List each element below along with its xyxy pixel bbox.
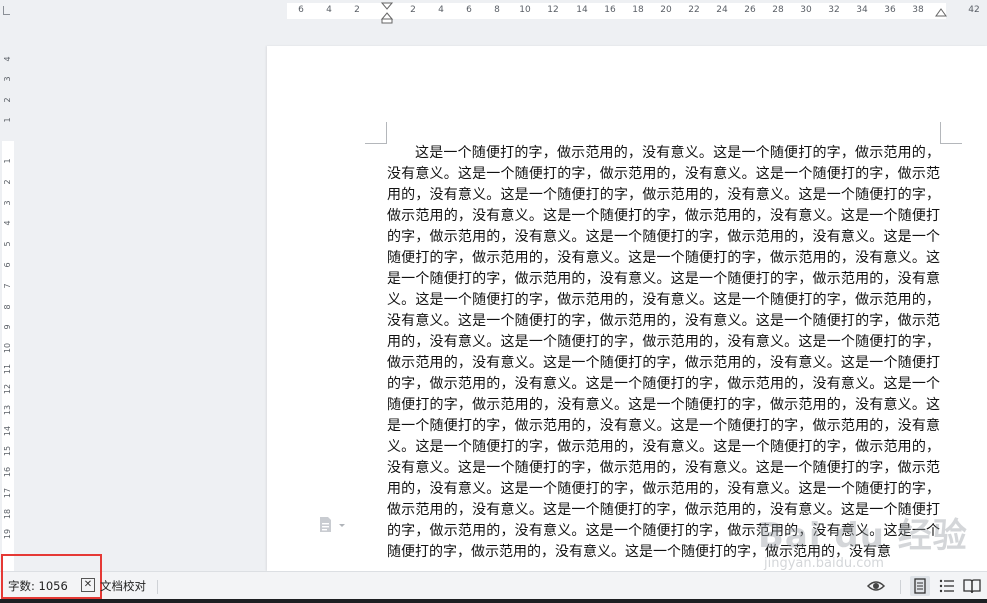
ruler-number: 36 bbox=[884, 5, 896, 15]
doc-icon[interactable] bbox=[318, 516, 346, 534]
ruler-number: 13 bbox=[3, 404, 12, 416]
ruler-number: 20 bbox=[660, 5, 672, 15]
ruler-number: 14 bbox=[3, 425, 12, 437]
status-bar: 字数: 1056 ✕ 文档校对 bbox=[0, 554, 987, 599]
ruler-number: 6 bbox=[466, 5, 472, 15]
watermark-logo: Bai du 经验 bbox=[758, 516, 968, 556]
ruler-number: 24 bbox=[716, 5, 728, 15]
horizontal-ruler[interactable]: 6 4 2 2 4 6 8 10 12 14 16 18 20 22 24 26 28 30 32 34 36 38 42 bbox=[0, 0, 987, 24]
ruler-number: 14 bbox=[576, 5, 588, 15]
page-view-icon[interactable] bbox=[910, 576, 930, 596]
ruler-number: 22 bbox=[688, 5, 700, 15]
ruler-number: 32 bbox=[828, 5, 840, 15]
outline-list-icon[interactable] bbox=[937, 576, 957, 596]
indent-marker-icon[interactable] bbox=[381, 2, 393, 24]
ruler-number: 4 bbox=[326, 5, 332, 15]
ruler-number: 18 bbox=[632, 5, 644, 15]
ruler-number: 4 bbox=[3, 56, 12, 62]
status-separator bbox=[157, 580, 158, 594]
document-page[interactable]: 这是一个随便打的字，做示范用的，没有意义。这是一个随便打的字，做示范用的，没有意… bbox=[267, 46, 987, 571]
tab-stop-selector[interactable] bbox=[3, 6, 10, 15]
ruler-number: 4 bbox=[3, 220, 12, 226]
ruler-number: 42 bbox=[968, 5, 980, 15]
ruler-number: 30 bbox=[800, 5, 812, 15]
ruler-number: 6 bbox=[298, 5, 304, 15]
ruler-number: 1 bbox=[3, 158, 12, 164]
book-icon[interactable] bbox=[962, 576, 982, 596]
ruler-number: 9 bbox=[3, 324, 12, 330]
ruler-number: 8 bbox=[3, 304, 12, 310]
ruler-number: 10 bbox=[3, 342, 12, 354]
right-indent-marker-icon[interactable] bbox=[934, 6, 948, 20]
eye-icon[interactable] bbox=[866, 576, 886, 596]
ruler-number: 15 bbox=[3, 445, 12, 457]
ruler-number: 12 bbox=[3, 383, 12, 395]
ruler-number: 16 bbox=[604, 5, 616, 15]
ruler-number: 2 bbox=[3, 179, 12, 185]
vertical-ruler[interactable]: 4 3 2 1 1 2 3 4 5 6 7 8 9 10 11 12 13 14 15 16 17 18 19 bbox=[0, 21, 16, 571]
ruler-number: 18 bbox=[3, 508, 12, 520]
word-count-label[interactable]: 字数: 1056 bbox=[8, 578, 68, 594]
ruler-number: 34 bbox=[856, 5, 868, 15]
ruler-number: 38 bbox=[912, 5, 924, 15]
ruler-number: 10 bbox=[519, 5, 531, 15]
ruler-number: 26 bbox=[744, 5, 756, 15]
ruler-number: 11 bbox=[3, 363, 12, 375]
ruler-number: 3 bbox=[3, 76, 12, 82]
watermark-url: jingyan.baidu.com bbox=[764, 556, 884, 571]
ruler-number: 5 bbox=[3, 241, 12, 247]
ruler-number: 1 bbox=[3, 117, 12, 123]
proofread-toggle[interactable]: ✕ bbox=[81, 578, 95, 592]
margin-corner-top-left bbox=[365, 122, 387, 144]
ruler-number: 4 bbox=[438, 5, 444, 15]
proofread-label[interactable]: 文档校对 bbox=[100, 578, 146, 594]
window-bottom-edge bbox=[0, 599, 987, 603]
ruler-number: 6 bbox=[3, 262, 12, 268]
ruler-number: 2 bbox=[410, 5, 416, 15]
document-body-text[interactable]: 这是一个随便打的字，做示范用的，没有意义。这是一个随便打的字，做示范用的，没有意… bbox=[387, 143, 940, 563]
ruler-number: 3 bbox=[3, 200, 12, 206]
ruler-number: 28 bbox=[772, 5, 784, 15]
ruler-number: 8 bbox=[494, 5, 500, 15]
ruler-number: 19 bbox=[3, 528, 12, 540]
ruler-number: 12 bbox=[547, 5, 559, 15]
status-separator bbox=[900, 580, 901, 594]
ruler-number: 17 bbox=[3, 487, 12, 499]
ruler-number: 2 bbox=[3, 97, 12, 103]
ruler-number: 7 bbox=[3, 283, 12, 289]
ruler-number: 16 bbox=[3, 466, 12, 478]
margin-corner-top-right bbox=[940, 122, 962, 144]
ruler-number: 2 bbox=[354, 5, 360, 15]
